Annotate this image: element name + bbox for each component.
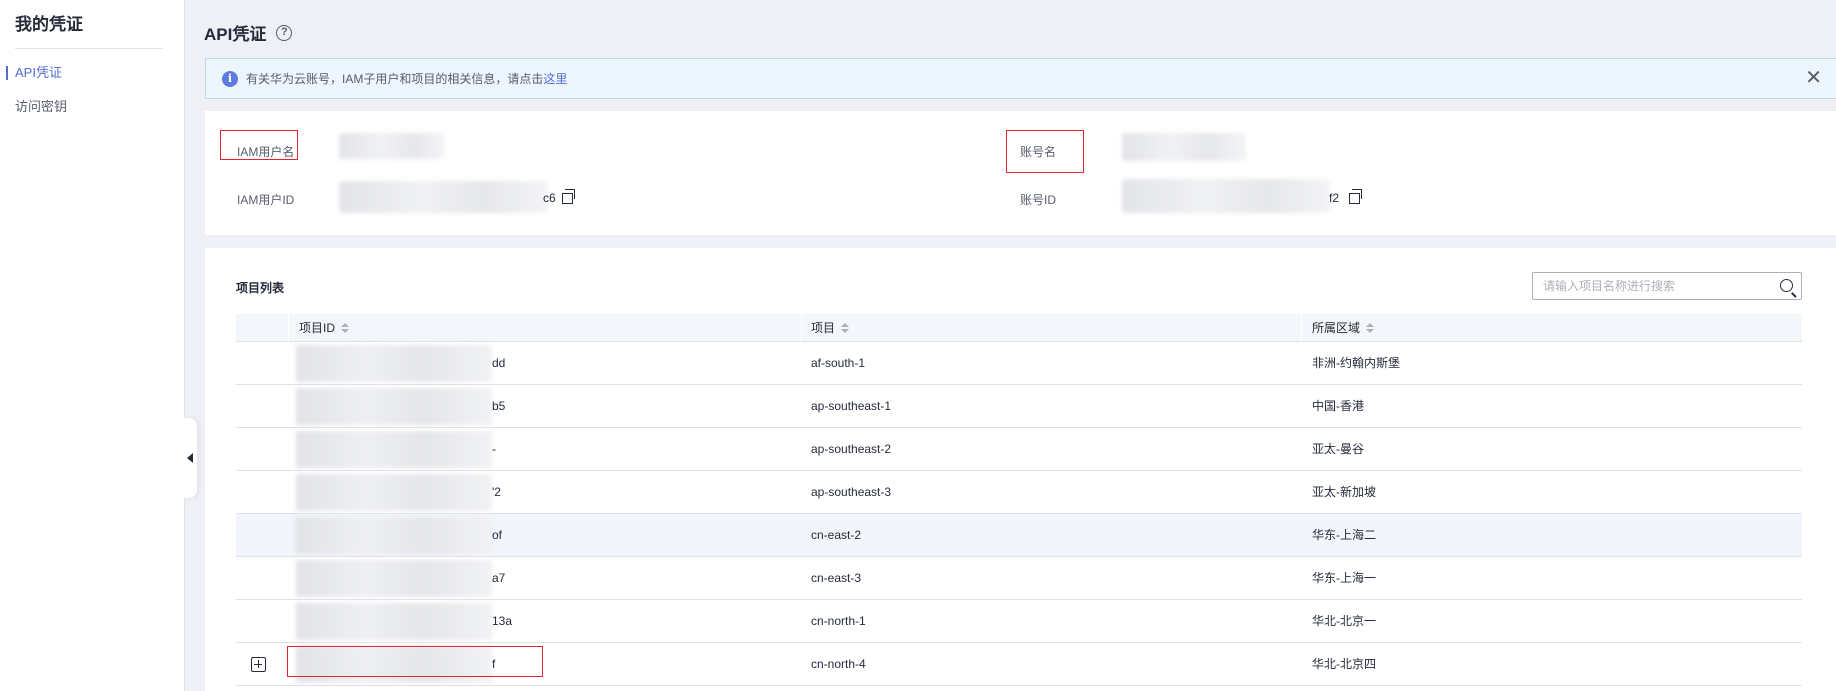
account-info-card: IAM用户名 IAM用户ID c6 账号名 账号ID f2 xyxy=(205,111,1836,235)
table-row[interactable]: dd af-south-1 非洲-约翰内斯堡 xyxy=(236,342,1802,385)
notice-link[interactable]: 这里 xyxy=(543,70,567,87)
sidebar-item-api-credentials[interactable]: API凭证 xyxy=(0,61,185,85)
search-icon[interactable] xyxy=(1780,279,1793,292)
highlight-box xyxy=(287,646,543,677)
project-id-tail: b5 xyxy=(492,399,506,413)
project-list-title: 项目列表 xyxy=(236,281,285,295)
project-region: 亚太-新加坡 xyxy=(1312,485,1376,499)
copy-icon[interactable] xyxy=(1349,189,1362,204)
column-separator xyxy=(1301,314,1302,342)
project-id-redacted xyxy=(296,431,492,468)
sidebar-title: 我的凭证 xyxy=(15,15,83,34)
info-icon: i xyxy=(222,70,238,87)
question-circle-icon[interactable]: ? xyxy=(276,24,293,41)
close-icon[interactable]: ✕ xyxy=(1805,68,1822,88)
highlight-box xyxy=(220,130,298,160)
sort-icon[interactable] xyxy=(1366,323,1375,333)
project-name: cn-north-4 xyxy=(811,657,866,671)
project-name: cn-north-1 xyxy=(811,614,866,628)
page-title-wrap: API凭证 ? xyxy=(204,20,293,45)
expand-plus-icon[interactable] xyxy=(251,657,266,672)
column-separator xyxy=(288,314,289,342)
table-row[interactable]: '2 ap-southeast-3 亚太-新加坡 xyxy=(236,471,1802,514)
table-row[interactable]: of cn-east-2 华东-上海二 xyxy=(236,514,1802,557)
project-id-tail: '2 xyxy=(492,485,501,499)
project-region: 中国-香港 xyxy=(1312,399,1364,413)
account-id-tail: f2 xyxy=(1329,191,1340,205)
project-name: ap-southeast-2 xyxy=(811,442,892,456)
account-name-value-redacted xyxy=(1122,133,1246,161)
project-id-tail: f xyxy=(492,657,496,671)
account-id-label: 账号ID xyxy=(1020,193,1057,207)
project-id-tail: dd xyxy=(492,356,506,370)
iam-user-id-value-redacted xyxy=(339,181,547,213)
project-name: cn-east-2 xyxy=(811,528,862,542)
iam-username-value-redacted xyxy=(339,133,445,159)
project-region: 亚太-曼谷 xyxy=(1312,442,1364,456)
project-name: af-south-1 xyxy=(811,356,866,370)
project-name: cn-east-3 xyxy=(811,571,862,585)
project-id-redacted xyxy=(296,517,492,554)
chevron-left-icon xyxy=(187,453,193,463)
column-header-label: 所属区域 xyxy=(1312,321,1361,335)
table-row[interactable]: 13a cn-north-1 华北-北京一 xyxy=(236,600,1802,643)
sidebar-divider xyxy=(15,48,163,49)
highlight-box xyxy=(1006,130,1084,173)
project-id-redacted xyxy=(296,560,492,597)
sidebar-item-access-keys[interactable]: 访问密钥 xyxy=(0,95,185,119)
sidebar-collapse-handle[interactable] xyxy=(183,418,197,498)
iam-user-id-label: IAM用户ID xyxy=(237,193,295,207)
column-separator xyxy=(801,314,802,342)
project-table: 项目ID 项目 所属区域 dd af-south-1 非洲-约翰内斯堡 b5 a… xyxy=(236,314,1802,686)
project-id-redacted xyxy=(296,388,492,425)
sort-icon[interactable] xyxy=(341,323,350,333)
project-region: 华北-北京四 xyxy=(1312,657,1376,671)
copy-icon[interactable] xyxy=(562,189,575,204)
table-row[interactable]: b5 ap-southeast-1 中国-香港 xyxy=(236,385,1802,428)
table-header: 项目ID 项目 所属区域 xyxy=(236,314,1802,342)
project-id-redacted xyxy=(296,603,492,640)
page-title: API凭证 xyxy=(204,25,267,44)
table-row[interactable]: a7 cn-east-3 华东-上海一 xyxy=(236,557,1802,600)
project-id-redacted xyxy=(296,345,492,382)
info-notice: i 有关华为云账号，IAM子用户和项目的相关信息，请点击 这里 ✕ xyxy=(205,58,1836,99)
project-id-redacted xyxy=(296,474,492,511)
project-region: 华东-上海一 xyxy=(1312,571,1376,585)
sidebar: 我的凭证 API凭证 访问密钥 xyxy=(0,0,185,691)
project-id-tail: of xyxy=(492,528,503,542)
column-header-project[interactable]: 项目 xyxy=(811,314,850,342)
project-name: ap-southeast-3 xyxy=(811,485,892,499)
column-header-label: 项目 xyxy=(811,321,836,335)
table-row[interactable]: f cn-north-4 华北-北京四 xyxy=(236,643,1802,686)
column-header-label: 项目ID xyxy=(299,321,336,335)
project-search-box xyxy=(1532,272,1802,300)
notice-text: 有关华为云账号，IAM子用户和项目的相关信息，请点击 xyxy=(246,72,544,86)
column-header-project-id[interactable]: 项目ID xyxy=(299,314,350,342)
project-id-tail: - xyxy=(492,442,496,456)
column-header-region[interactable]: 所属区域 xyxy=(1312,314,1375,342)
project-region: 华东-上海二 xyxy=(1312,528,1376,542)
project-search-input[interactable] xyxy=(1543,279,1768,293)
project-region: 非洲-约翰内斯堡 xyxy=(1312,356,1400,370)
iam-user-id-tail: c6 xyxy=(543,191,556,205)
account-id-value-redacted xyxy=(1122,179,1330,213)
project-id-tail: 13a xyxy=(492,614,513,628)
project-region: 华北-北京一 xyxy=(1312,614,1376,628)
project-name: ap-southeast-1 xyxy=(811,399,892,413)
table-row[interactable]: - ap-southeast-2 亚太-曼谷 xyxy=(236,428,1802,471)
project-id-tail: a7 xyxy=(492,571,506,585)
sort-icon[interactable] xyxy=(841,323,850,333)
project-list-card: 项目列表 项目ID 项目 所属区域 dd af-south-1 xyxy=(205,248,1836,691)
